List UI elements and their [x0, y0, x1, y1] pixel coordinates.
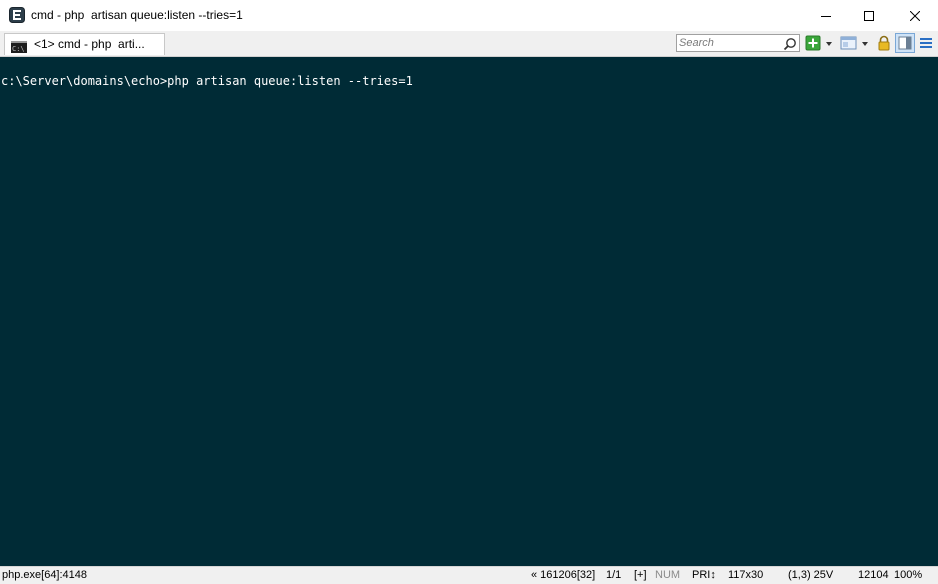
status-insert-mode[interactable]: [+] — [634, 569, 647, 581]
search-input[interactable] — [679, 36, 779, 50]
search-box[interactable] — [676, 34, 800, 52]
plus-icon[interactable] — [805, 35, 821, 51]
conemu-app-icon[interactable] — [9, 7, 25, 23]
lock-icon[interactable] — [876, 35, 892, 51]
minimize-icon — [821, 15, 831, 17]
status-priority[interactable]: PRI↕ — [692, 569, 716, 581]
maximize-icon — [864, 10, 874, 21]
status-process: php.exe[64]:4148 — [2, 569, 88, 581]
status-build: « 161206[32] — [531, 569, 596, 581]
console-tab[interactable]: C:\ <1> cmd - php arti... — [4, 33, 165, 55]
maximize-button[interactable] — [846, 0, 892, 31]
close-button[interactable] — [892, 0, 938, 31]
panel-toggle-icon[interactable] — [895, 33, 915, 53]
svg-text:C:\: C:\ — [12, 45, 25, 53]
chevron-down-icon[interactable] — [824, 35, 834, 51]
status-pid: 12104 — [858, 569, 889, 581]
hamburger-menu-icon[interactable] — [919, 35, 933, 51]
tab-label: <1> cmd - php arti... — [34, 37, 145, 51]
console-line: c:\Server\domains\echo>php artisan queue… — [1, 74, 413, 88]
status-console-index[interactable]: 1/1 — [606, 569, 621, 581]
conemu-window: cmd - php artisan queue:listen --tries=1 — [0, 0, 938, 584]
status-cursor: (1,3) 25V — [788, 569, 834, 581]
tab-bar: C:\ <1> cmd - php arti... — [0, 31, 938, 57]
status-num: NUM — [655, 569, 681, 581]
window-layout-icon[interactable] — [840, 35, 858, 51]
minimize-button[interactable] — [803, 0, 849, 31]
status-bar: php.exe[64]:4148 « 161206[32] 1/1 [+] NU… — [0, 566, 938, 584]
console-area[interactable]: c:\Server\domains\echo>php artisan queue… — [0, 57, 938, 566]
status-zoom[interactable]: 100% — [894, 569, 922, 581]
title-bar[interactable]: cmd - php artisan queue:listen --tries=1 — [0, 0, 938, 31]
window-title: cmd - php artisan queue:listen --tries=1 — [31, 8, 243, 22]
status-size[interactable]: 117x30 — [728, 569, 763, 581]
search-icon[interactable] — [783, 36, 797, 51]
close-icon — [910, 10, 920, 21]
cmd-console-icon: C:\ — [11, 38, 27, 53]
chevron-down-icon[interactable] — [860, 35, 870, 51]
